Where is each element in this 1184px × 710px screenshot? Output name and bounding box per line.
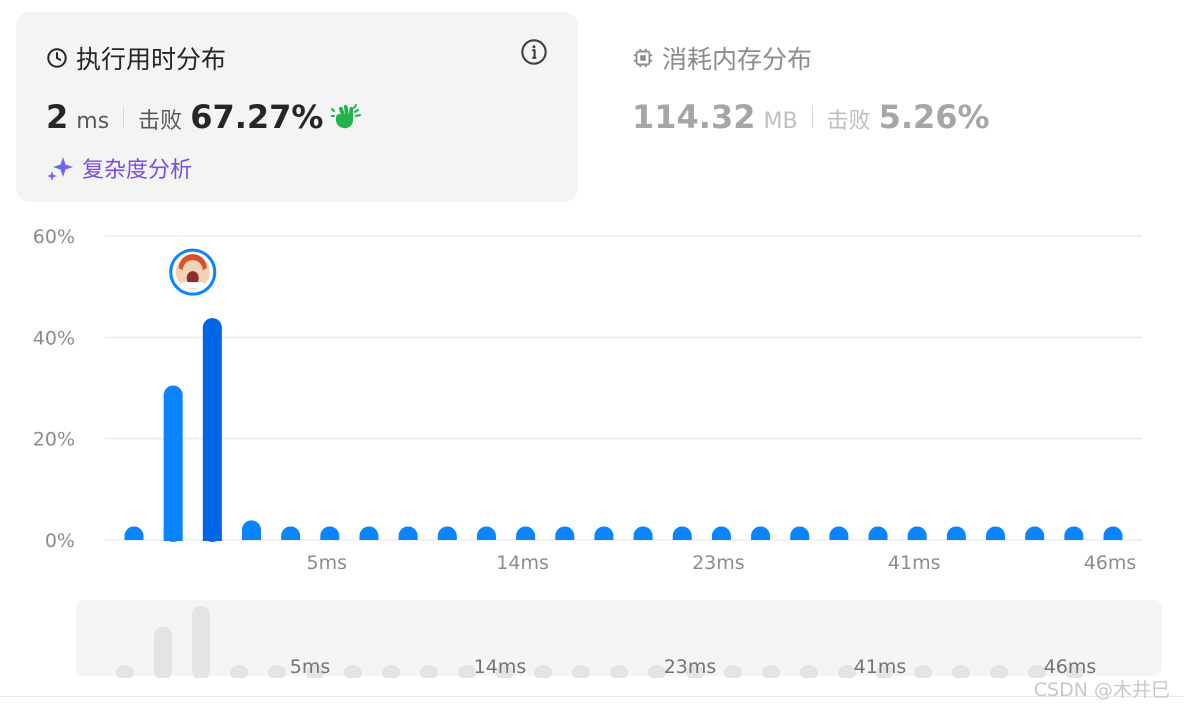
- bar[interactable]: [829, 526, 849, 540]
- memory-beat-value: 5.26%: [878, 98, 990, 136]
- bar[interactable]: [398, 526, 418, 540]
- chip-icon: [633, 48, 653, 68]
- complexity-analysis-link[interactable]: 复杂度分析: [46, 152, 192, 184]
- bar[interactable]: [1025, 526, 1045, 540]
- bar[interactable]: [594, 526, 614, 540]
- runtime-beat-value: 67.27%: [190, 98, 324, 136]
- runtime-title-text: 执行用时分布: [76, 45, 227, 74]
- bar[interactable]: [1064, 526, 1084, 540]
- bar[interactable]: [790, 526, 810, 540]
- memory-value: 114.32: [632, 98, 756, 136]
- bar[interactable]: [281, 526, 301, 540]
- mini-bar: [192, 606, 210, 678]
- x-tick-label: 23ms: [692, 552, 745, 574]
- bar[interactable]: [437, 526, 457, 540]
- memory-title-text: 消耗内存分布: [662, 45, 813, 74]
- y-tick-label: 40%: [33, 327, 75, 349]
- bar[interactable]: [241, 520, 261, 540]
- runtime-value: 2: [46, 98, 69, 136]
- mini-x-tick-label: 41ms: [854, 656, 907, 678]
- bar[interactable]: [555, 526, 575, 540]
- bar[interactable]: [359, 526, 379, 540]
- bar[interactable]: [163, 385, 183, 542]
- info-icon[interactable]: [520, 38, 548, 66]
- bar[interactable]: [516, 526, 536, 540]
- mini-x-tick-label: 14ms: [474, 656, 527, 678]
- y-tick-label: 20%: [33, 429, 75, 451]
- runtime-unit: ms: [76, 109, 110, 134]
- sparkle-icon: [47, 157, 73, 181]
- bar[interactable]: [633, 526, 653, 540]
- mini-x-tick-label: 5ms: [290, 656, 331, 678]
- runtime-metric: 2 ms 击败 67.27%: [46, 98, 362, 136]
- runtime-beat-label: 击败: [138, 109, 183, 134]
- bar-base: [163, 530, 183, 541]
- bar[interactable]: [907, 526, 927, 540]
- memory-unit: MB: [763, 109, 798, 134]
- memory-title[interactable]: 消耗内存分布: [632, 40, 812, 76]
- x-tick-label: 46ms: [1084, 552, 1137, 574]
- y-tick-label: 60%: [33, 226, 75, 248]
- bar[interactable]: [1103, 526, 1123, 540]
- mini-x-tick-label: 23ms: [664, 656, 717, 678]
- clock-icon: [47, 48, 67, 68]
- x-tick-label: 14ms: [496, 552, 549, 574]
- runtime-card[interactable]: 执行用时分布 2 ms 击败 67.27% 复杂度分析: [16, 12, 578, 202]
- bar[interactable]: [946, 526, 966, 540]
- bar-base: [202, 530, 222, 541]
- runtime-distribution-chart[interactable]: 0% 20% 40% 60% 5ms 14ms 23ms 41ms 46ms: [0, 220, 1184, 590]
- range-overview-slider[interactable]: 5ms 14ms 23ms 41ms 46ms: [0, 598, 1184, 678]
- y-tick-label: 0%: [45, 530, 75, 552]
- bar[interactable]: [868, 526, 888, 540]
- runtime-title: 执行用时分布: [46, 40, 226, 76]
- user-avatar-marker: [169, 248, 217, 296]
- bar[interactable]: [751, 526, 771, 540]
- slider-track[interactable]: [76, 600, 1162, 676]
- clapping-hands-icon: [331, 104, 362, 129]
- bar[interactable]: [476, 526, 496, 540]
- bar[interactable]: [711, 526, 731, 540]
- avatar-chin: [180, 282, 205, 289]
- bar[interactable]: [320, 526, 340, 540]
- x-tick-label: 5ms: [307, 552, 348, 574]
- divider: [811, 106, 813, 128]
- memory-metric: 114.32 MB 击败 5.26%: [632, 98, 990, 136]
- mini-bar: [154, 626, 172, 678]
- watermark: CSDN @木井巳: [1033, 679, 1170, 701]
- bottom-divider: [0, 696, 1184, 697]
- bar[interactable]: [202, 318, 222, 542]
- x-tick-label: 41ms: [888, 552, 941, 574]
- divider: [123, 106, 125, 128]
- memory-beat-label: 击败: [826, 109, 871, 134]
- bar[interactable]: [124, 526, 144, 540]
- bar[interactable]: [986, 526, 1006, 540]
- bar[interactable]: [672, 526, 692, 540]
- complexity-analysis-label: 复杂度分析: [82, 158, 193, 183]
